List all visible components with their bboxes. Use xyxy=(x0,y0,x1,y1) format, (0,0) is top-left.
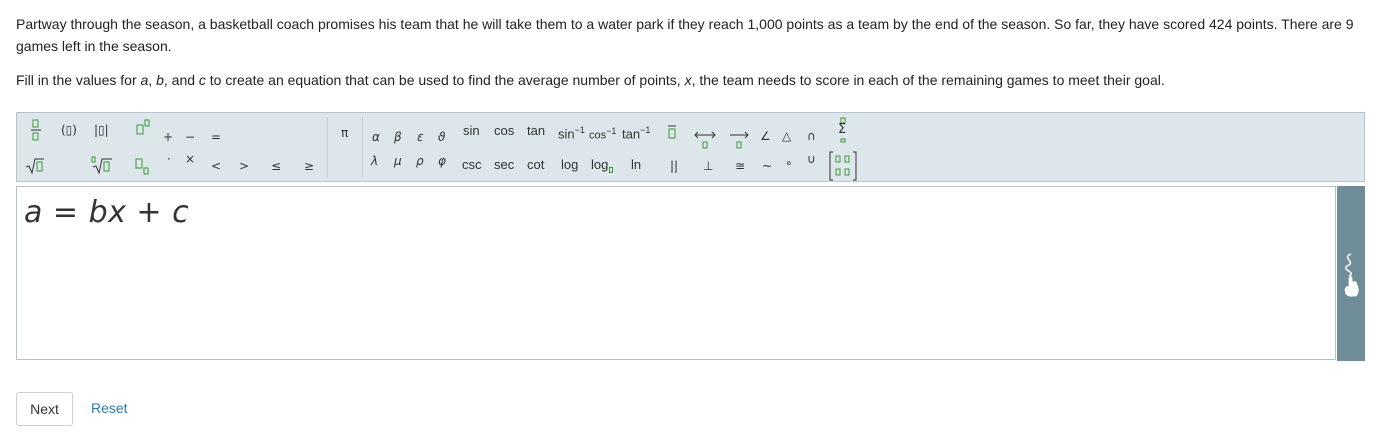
mu-button[interactable]: μ xyxy=(394,153,402,169)
subscript-button[interactable] xyxy=(135,157,149,177)
cos-button[interactable]: cos xyxy=(494,123,514,139)
plus-button[interactable]: + xyxy=(163,129,173,145)
arcsin-button[interactable]: sin−1 xyxy=(558,122,585,142)
greater-equal-button[interactable]: ≥ xyxy=(304,158,314,174)
scratchpad-handle[interactable] xyxy=(1337,186,1365,361)
tan-button[interactable]: tan xyxy=(527,123,545,139)
greater-than-button[interactable]: > xyxy=(239,158,249,174)
log-base-button[interactable]: log xyxy=(591,157,614,173)
sum-button[interactable]: Σ xyxy=(836,117,850,143)
angle-button[interactable]: ∠ xyxy=(760,128,771,144)
overline-button[interactable] xyxy=(668,125,676,141)
ln-button[interactable]: ln xyxy=(631,157,641,173)
dot-multiply-button[interactable]: · xyxy=(167,151,171,167)
math-toolbar: (▯) |▯| + − = π α β ε ϑ sin cos tan sin−… xyxy=(16,112,1365,182)
alpha-button[interactable]: α xyxy=(372,129,380,145)
intersection-button[interactable]: ∩ xyxy=(807,128,816,144)
csc-button[interactable]: csc xyxy=(462,157,482,173)
arccos-button[interactable]: cos−1 xyxy=(589,123,616,144)
similar-button[interactable]: ~ xyxy=(762,158,772,174)
sec-button[interactable]: sec xyxy=(494,157,514,173)
epsilon-button[interactable]: ε xyxy=(417,129,424,145)
absolute-value-button[interactable]: |▯| xyxy=(94,122,109,138)
less-equal-button[interactable]: ≤ xyxy=(271,158,281,174)
congruent-button[interactable]: ≅ xyxy=(735,158,745,174)
toolbar-divider xyxy=(327,117,328,177)
pointer-hand-icon xyxy=(1344,253,1359,297)
toolbar-divider xyxy=(362,117,363,177)
parallel-button[interactable]: || xyxy=(670,158,678,174)
ray-button[interactable] xyxy=(728,130,750,152)
matrix-button[interactable] xyxy=(829,151,857,181)
parentheses-button[interactable]: (▯) xyxy=(61,122,77,138)
instruction-text: Fill in the values for a, b, and c to cr… xyxy=(16,72,1165,88)
equals-button[interactable]: = xyxy=(211,129,221,145)
line-button[interactable] xyxy=(693,130,717,152)
log-button[interactable]: log xyxy=(561,157,578,173)
degree-button[interactable]: ∘ xyxy=(785,155,793,171)
pi-button[interactable]: π xyxy=(341,125,348,141)
union-button[interactable]: ∪ xyxy=(807,151,816,167)
beta-button[interactable]: β xyxy=(394,129,402,145)
reset-link[interactable]: Reset xyxy=(91,400,128,416)
minus-button[interactable]: − xyxy=(185,129,195,145)
cot-button[interactable]: cot xyxy=(527,157,544,173)
perpendicular-button[interactable]: ⊥ xyxy=(703,158,713,174)
equation-expression: a = bx + c xyxy=(24,195,190,230)
less-than-button[interactable]: < xyxy=(211,158,221,174)
phi-button[interactable]: φ xyxy=(438,153,446,169)
square-root-button[interactable] xyxy=(25,157,45,175)
problem-text: Partway through the season, a basketball… xyxy=(16,16,1354,54)
fraction-button[interactable] xyxy=(31,118,41,142)
next-button[interactable]: Next xyxy=(16,392,73,426)
times-button[interactable]: × xyxy=(185,151,195,167)
arctan-button[interactable]: tan−1 xyxy=(622,122,650,142)
exponent-button[interactable] xyxy=(136,119,150,137)
nth-root-button[interactable] xyxy=(91,156,113,176)
theta-button[interactable]: ϑ xyxy=(438,129,445,145)
rho-button[interactable]: ρ xyxy=(416,153,424,169)
equation-editor[interactable]: a = bx + c xyxy=(16,186,1336,360)
sum-symbol: Σ xyxy=(838,122,847,137)
lambda-button[interactable]: λ xyxy=(371,153,378,169)
triangle-button[interactable]: △ xyxy=(782,128,791,144)
sin-button[interactable]: sin xyxy=(463,123,480,139)
